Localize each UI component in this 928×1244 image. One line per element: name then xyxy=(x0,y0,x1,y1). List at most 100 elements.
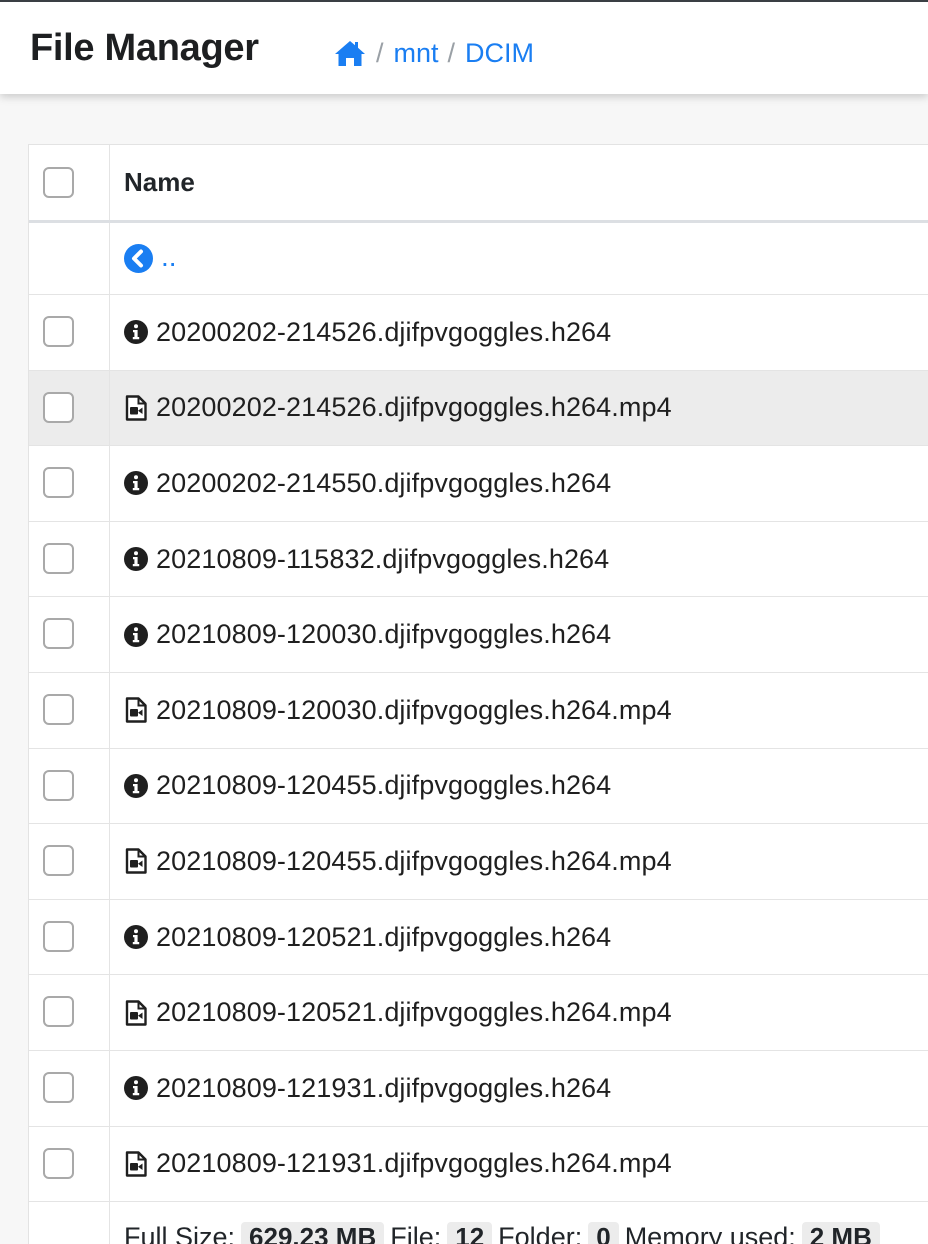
row-checkbox[interactable] xyxy=(43,845,74,877)
file-count-value: 12 xyxy=(447,1222,493,1244)
info-circle-icon[interactable] xyxy=(124,546,148,572)
file-count-label: File: xyxy=(390,1222,442,1244)
row-check-cell xyxy=(29,295,110,370)
row-check-cell xyxy=(29,597,110,672)
file-name-link[interactable]: 20210809-120455.djifpvgoggles.h264 xyxy=(156,770,611,801)
row-checkbox[interactable] xyxy=(43,694,74,725)
file-name-link[interactable]: 20200202-214526.djifpvgoggles.h264 xyxy=(156,317,611,348)
table-row[interactable]: 20200202-214526.djifpvgoggles.h264 xyxy=(29,295,928,371)
footer-summary: Full Size: 629.23 MB File: 12 Folder: 0 … xyxy=(124,1202,928,1244)
row-name-cell: 20210809-120030.djifpvgoggles.h264.mp4 xyxy=(124,673,928,748)
info-circle-icon[interactable] xyxy=(124,1075,148,1101)
parent-directory-label: .. xyxy=(161,240,177,272)
full-size-label: Full Size: xyxy=(124,1222,236,1244)
chevron-left-circle-icon xyxy=(124,244,153,273)
table-row[interactable]: 20210809-120030.djifpvgoggles.h264 xyxy=(29,597,928,673)
table-row[interactable]: 20200202-214550.djifpvgoggles.h264 xyxy=(29,446,928,522)
file-name-link[interactable]: 20210809-121931.djifpvgoggles.h264.mp4 xyxy=(156,1148,672,1179)
file-name-link[interactable]: 20210809-120455.djifpvgoggles.h264.mp4 xyxy=(156,846,672,877)
row-name-cell: 20200202-214526.djifpvgoggles.h264 xyxy=(124,295,928,370)
row-name-cell: 20210809-120455.djifpvgoggles.h264 xyxy=(124,749,928,824)
table-row[interactable]: 20210809-120455.djifpvgoggles.h264.mp4 xyxy=(29,824,928,900)
file-video-icon xyxy=(124,999,148,1026)
row-name-cell: 20210809-120521.djifpvgoggles.h264 xyxy=(124,900,928,975)
table-row[interactable]: 20210809-121931.djifpvgoggles.h264.mp4 xyxy=(29,1126,928,1203)
row-check-cell xyxy=(29,975,110,1050)
row-check-cell xyxy=(29,1051,110,1126)
column-header-name[interactable]: Name xyxy=(124,167,195,198)
info-circle-icon[interactable] xyxy=(124,622,148,648)
parent-check-cell xyxy=(29,223,110,294)
row-name-cell: 20210809-120455.djifpvgoggles.h264.mp4 xyxy=(124,824,928,899)
table-row[interactable]: 20210809-120521.djifpvgoggles.h264.mp4 xyxy=(29,975,928,1051)
header-name-cell: Name xyxy=(124,145,928,220)
table-row[interactable]: 20200202-214526.djifpvgoggles.h264.mp4 xyxy=(29,370,928,447)
table-row[interactable]: 20210809-121931.djifpvgoggles.h264 xyxy=(29,1051,928,1127)
row-checkbox[interactable] xyxy=(43,316,74,347)
app-title[interactable]: File Manager xyxy=(30,27,259,70)
table-row[interactable]: 20210809-120521.djifpvgoggles.h264 xyxy=(29,899,928,976)
table-row[interactable]: 20210809-115832.djifpvgoggles.h264 xyxy=(29,521,928,598)
info-circle-icon[interactable] xyxy=(124,773,148,799)
breadcrumb-dcim[interactable]: DCIM xyxy=(465,38,534,69)
folder-count-value: 0 xyxy=(588,1222,619,1244)
row-name-cell: 20210809-120030.djifpvgoggles.h264 xyxy=(124,597,928,672)
info-circle-icon[interactable] xyxy=(124,319,148,345)
info-circle-icon[interactable] xyxy=(124,924,148,950)
row-checkbox[interactable] xyxy=(43,1147,74,1179)
row-checkbox[interactable] xyxy=(43,467,74,499)
row-checkbox[interactable] xyxy=(43,391,74,423)
row-name-cell: 20210809-120521.djifpvgoggles.h264.mp4 xyxy=(124,975,928,1050)
table-row[interactable]: 20210809-120030.djifpvgoggles.h264.mp4 xyxy=(29,673,928,749)
row-check-cell xyxy=(29,1126,110,1202)
select-all-checkbox[interactable] xyxy=(43,167,74,198)
full-size-value: 629.23 MB xyxy=(241,1222,385,1244)
row-checkbox[interactable] xyxy=(43,769,74,801)
header-check-cell xyxy=(29,145,110,220)
row-name-cell: 20210809-115832.djifpvgoggles.h264 xyxy=(124,522,928,597)
table-header-row: Name xyxy=(29,145,928,223)
file-name-link[interactable]: 20210809-120521.djifpvgoggles.h264.mp4 xyxy=(156,997,672,1028)
parent-name-cell: .. xyxy=(124,223,928,294)
row-name-cell: 20210809-121931.djifpvgoggles.h264.mp4 xyxy=(124,1127,928,1202)
breadcrumb-separator: / xyxy=(376,37,384,68)
file-video-icon xyxy=(124,1151,148,1177)
file-name-link[interactable]: 20210809-115832.djifpvgoggles.h264 xyxy=(156,544,609,575)
file-video-icon xyxy=(124,395,148,421)
row-name-cell: 20200202-214526.djifpvgoggles.h264.mp4 xyxy=(124,371,928,446)
file-name-link[interactable]: 20200202-214550.djifpvgoggles.h264 xyxy=(156,468,611,499)
row-check-cell xyxy=(29,521,110,597)
memory-used-label: Memory used: xyxy=(624,1222,796,1244)
row-check-cell xyxy=(29,824,110,899)
row-name-cell: 20200202-214550.djifpvgoggles.h264 xyxy=(124,446,928,521)
row-check-cell xyxy=(29,748,110,824)
breadcrumb-separator: / xyxy=(447,37,456,68)
row-checkbox[interactable] xyxy=(43,920,74,952)
home-icon[interactable] xyxy=(333,39,367,67)
breadcrumb: / mnt / DCIM xyxy=(333,36,534,70)
file-video-icon xyxy=(124,697,148,723)
info-circle-icon[interactable] xyxy=(124,470,148,496)
row-checkbox[interactable] xyxy=(43,996,74,1028)
folder-count-label: Folder: xyxy=(498,1222,583,1244)
file-name-link[interactable]: 20210809-121931.djifpvgoggles.h264 xyxy=(156,1073,611,1104)
parent-dir-row: .. xyxy=(29,223,928,295)
row-checkbox[interactable] xyxy=(43,542,74,574)
row-checkbox[interactable] xyxy=(43,1072,74,1103)
memory-used-value: 2 MB xyxy=(801,1222,880,1244)
breadcrumb-mnt[interactable]: mnt xyxy=(394,38,439,69)
row-name-cell: 20210809-121931.djifpvgoggles.h264 xyxy=(124,1051,928,1126)
file-video-icon xyxy=(124,848,148,875)
file-name-link[interactable]: 20210809-120521.djifpvgoggles.h264 xyxy=(156,922,611,953)
row-check-cell xyxy=(29,370,110,446)
file-name-link[interactable]: 20210809-120030.djifpvgoggles.h264 xyxy=(156,619,611,650)
file-name-link[interactable]: 20210809-120030.djifpvgoggles.h264.mp4 xyxy=(156,695,672,726)
table-row[interactable]: 20210809-120455.djifpvgoggles.h264 xyxy=(29,748,928,825)
file-name-link[interactable]: 20200202-214526.djifpvgoggles.h264.mp4 xyxy=(156,392,672,423)
row-check-cell xyxy=(29,673,110,748)
footer-check-cell xyxy=(29,1202,110,1244)
top-navbar: File Manager / mnt / DCIM xyxy=(0,0,928,94)
parent-directory-link[interactable]: .. xyxy=(124,240,177,275)
row-check-cell xyxy=(29,899,110,975)
row-checkbox[interactable] xyxy=(43,618,74,650)
